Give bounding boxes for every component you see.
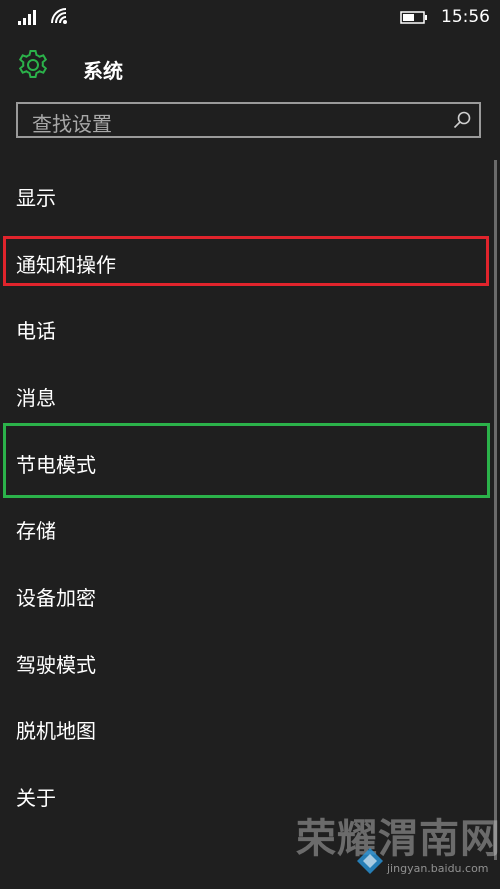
menu-item-display[interactable]: 显示 — [0, 162, 494, 228]
search-placeholder: 查找设置 — [32, 112, 112, 136]
scrollbar[interactable] — [494, 160, 497, 860]
watermark-logo-icon — [357, 848, 383, 874]
watermark-url: jingyan.baidu.com — [387, 862, 489, 875]
menu-item-label: 脱机地图 — [16, 719, 96, 743]
status-bar: 15:56 — [0, 0, 500, 36]
clock: 15:56 — [441, 7, 490, 27]
menu-item-label: 驾驶模式 — [16, 653, 96, 677]
gear-icon — [18, 50, 48, 78]
menu-item-phone[interactable]: 电话 — [0, 295, 494, 361]
menu-item-label: 关于 — [16, 786, 56, 810]
page-title: 系统 — [83, 59, 123, 83]
menu-item-label: 消息 — [16, 386, 56, 410]
battery-icon — [400, 11, 427, 24]
cellular-signal-icon — [18, 10, 36, 25]
search-icon[interactable] — [453, 111, 471, 129]
wifi-icon — [51, 8, 67, 24]
highlight-box-green — [3, 423, 490, 498]
page-header: 系统 — [0, 44, 500, 92]
menu-item-offline-maps[interactable]: 脱机地图 — [0, 695, 494, 761]
menu-item-driving-mode[interactable]: 驾驶模式 — [0, 629, 494, 695]
menu-item-messaging[interactable]: 消息 — [0, 362, 494, 428]
menu-item-label: 显示 — [16, 186, 56, 210]
menu-item-label: 设备加密 — [16, 586, 96, 610]
watermark: 荣耀渭南网 — [296, 816, 500, 862]
highlight-box-red — [3, 236, 489, 286]
menu-item-device-encryption[interactable]: 设备加密 — [0, 562, 494, 628]
menu-item-label: 电话 — [16, 319, 56, 343]
search-input[interactable]: 查找设置 — [16, 102, 481, 138]
menu-item-storage[interactable]: 存储 — [0, 495, 494, 561]
menu-item-label: 存储 — [16, 519, 56, 543]
